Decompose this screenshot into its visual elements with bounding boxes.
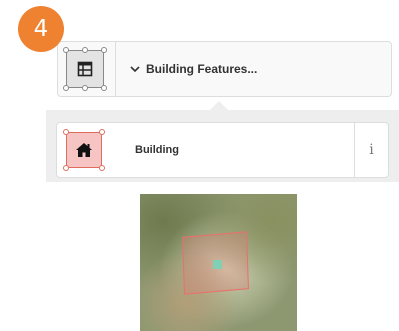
preset-category-button[interactable]: Building Features...	[57, 41, 392, 97]
info-button[interactable]: i	[354, 123, 388, 177]
vertex-marker	[82, 85, 88, 91]
preset-list-item-building[interactable]: Building i	[56, 122, 389, 178]
preset-list-panel: Building i	[46, 110, 399, 182]
house-icon	[66, 132, 102, 168]
building-features-icon	[66, 50, 104, 88]
chevron-down-icon	[130, 65, 140, 73]
map-thumbnail	[140, 194, 297, 331]
popover-pointer	[210, 101, 228, 110]
vertex-marker	[63, 85, 69, 91]
preset-icon-cell	[58, 42, 116, 96]
step-number-badge: 4	[18, 6, 64, 52]
vertex-marker	[63, 47, 69, 53]
vertex-marker	[63, 165, 69, 171]
vertex-marker	[99, 165, 105, 171]
preset-category-label-row: Building Features...	[130, 42, 257, 96]
preset-list-item-label: Building	[135, 144, 179, 156]
vertex-marker	[99, 129, 105, 135]
preset-category-label: Building Features...	[146, 62, 258, 76]
info-icon: i	[369, 142, 374, 158]
area-center-node	[213, 260, 222, 269]
vertex-marker	[101, 47, 107, 53]
vertex-marker	[101, 85, 107, 91]
vertex-marker	[63, 129, 69, 135]
vertex-marker	[82, 47, 88, 53]
